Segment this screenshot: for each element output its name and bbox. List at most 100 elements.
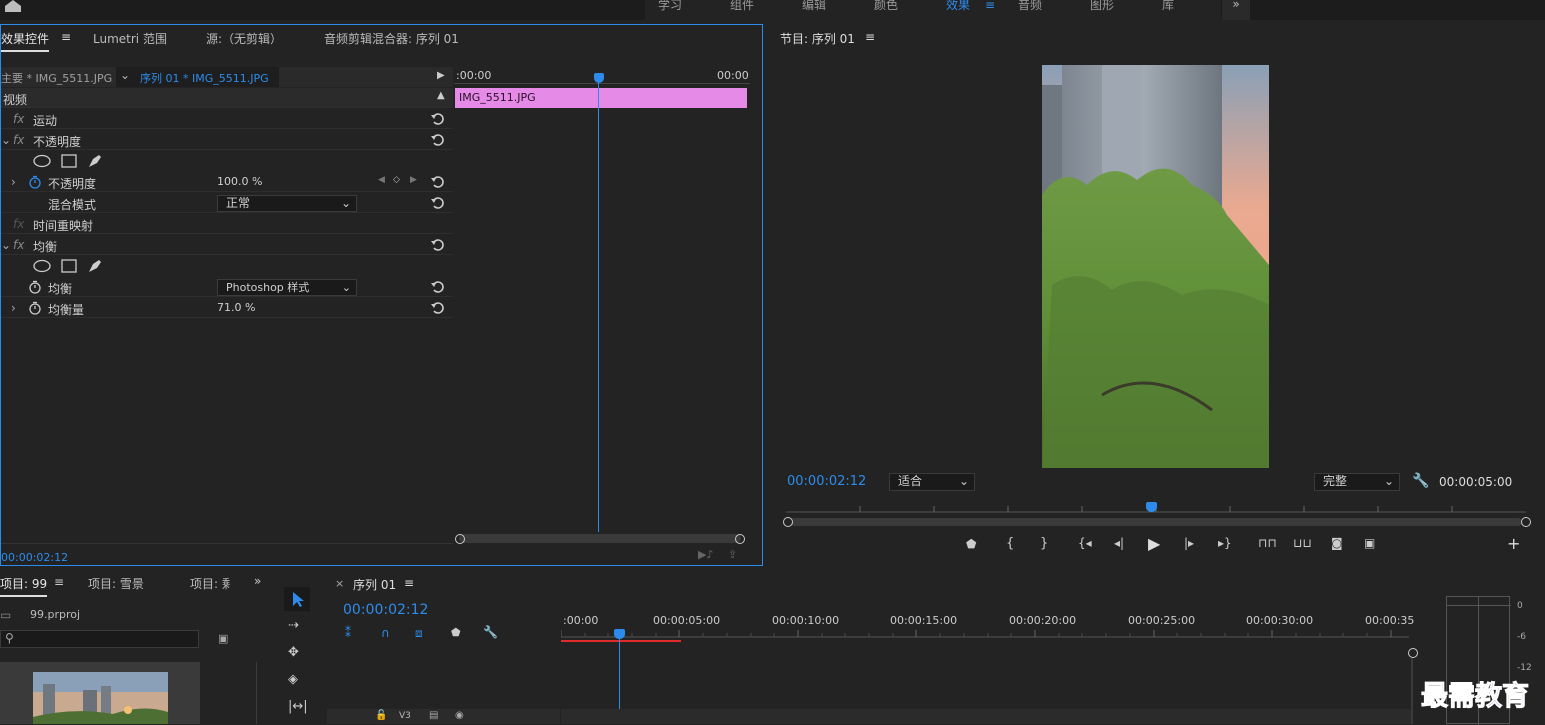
linked-selection-icon[interactable]: ⧈ (415, 626, 423, 641)
tab-lumetri-scopes[interactable]: Lumetri 范围 (93, 30, 167, 47)
opacity-row[interactable]: ⌄ fx 不透明度 (1, 130, 453, 150)
extract-icon[interactable]: ⊔⊔ (1293, 536, 1312, 550)
ec-playhead-handle[interactable] (594, 73, 604, 83)
opacity-param-row[interactable]: › 不透明度 100.0 % ◀ ◇ ▶ (1, 172, 453, 192)
timeline-vertical-scrollbar[interactable] (1411, 658, 1413, 724)
play-only-audio-icon[interactable]: ▶ (437, 70, 445, 81)
program-monitor-title[interactable]: 节目: 序列 01 (780, 30, 855, 47)
fx-icon[interactable]: fx (13, 217, 24, 231)
home-icon[interactable] (0, 0, 30, 14)
opacity-value[interactable]: 100.0 % (217, 175, 262, 188)
equalize-amount-row[interactable]: › 均衡量 71.0 % (1, 298, 453, 318)
workspace-tab-editing[interactable]: 编辑 (802, 0, 826, 20)
workspace-tab-menu-icon[interactable]: ≡ (985, 0, 995, 20)
play-icon[interactable]: ▶ (1148, 534, 1160, 553)
workspace-tab-libraries[interactable]: 库 (1162, 0, 1174, 20)
fx-icon[interactable]: fx (13, 238, 24, 252)
workspace-tab-learn[interactable]: 学习 (658, 0, 682, 20)
workspace-tab-assembly[interactable]: 组件 (730, 0, 754, 20)
reset-icon[interactable] (431, 280, 445, 294)
blend-mode-row[interactable]: 混合模式 正常 ⌄ (1, 193, 453, 213)
time-remap-row[interactable]: fx 时间重映射 (1, 214, 453, 234)
ec-timecode[interactable]: 00:00:02:12 (1, 551, 68, 564)
reset-icon[interactable] (431, 133, 445, 147)
timeline-settings-icon[interactable]: 🔧 (483, 625, 498, 639)
lift-icon[interactable]: ⊓⊓ (1258, 536, 1277, 550)
tab-source[interactable]: 源:（无剪辑） (206, 30, 282, 47)
motion-row[interactable]: fx 运动 (1, 109, 453, 129)
workspace-tab-effects[interactable]: 效果 (946, 0, 970, 20)
fx-icon[interactable]: fx (13, 133, 24, 147)
slip-tool-icon[interactable]: |↔| (288, 699, 308, 714)
timeline-menu-icon[interactable]: ≡ (404, 576, 414, 590)
lock-icon[interactable]: 🔓 (375, 710, 387, 721)
add-marker-icon[interactable]: ⬟ (451, 626, 461, 639)
ripple-edit-tool-icon[interactable]: ✥ (288, 645, 299, 660)
wrench-icon[interactable]: 🔧 (1412, 473, 1429, 489)
scroll-handle-right[interactable] (1521, 517, 1531, 527)
equalize-style-dropdown[interactable]: Photoshop 样式 ⌄ (217, 279, 357, 296)
reset-icon[interactable] (431, 175, 445, 189)
equalize-param-row[interactable]: 均衡 Photoshop 样式 ⌄ (1, 277, 453, 297)
timeline-scroll-handle[interactable] (1408, 648, 1418, 658)
prev-keyframe-icon[interactable]: ◀ (378, 175, 385, 185)
mark-out-icon[interactable]: } (1040, 536, 1048, 551)
export-icon[interactable]: ⇪ (728, 548, 737, 561)
project-scrollbar[interactable] (256, 662, 257, 724)
export-frame-icon[interactable]: ◙ (1331, 536, 1343, 550)
work-area-bar[interactable] (561, 640, 681, 642)
track-select-tool-icon[interactable]: ⇢ (288, 618, 299, 633)
track-v3-lane[interactable] (561, 709, 1411, 724)
step-forward-icon[interactable]: |▸ (1184, 536, 1194, 550)
go-to-out-icon[interactable]: ▸} (1218, 536, 1232, 550)
pen-mask-icon[interactable] (87, 153, 103, 169)
next-keyframe-icon[interactable]: ▶ (410, 175, 417, 185)
project-menu-icon[interactable]: ≡ (54, 575, 64, 589)
marker-icon[interactable]: ⬟ (966, 537, 976, 551)
ec-zoom-handle-right[interactable] (735, 534, 745, 544)
program-timecode[interactable]: 00:00:02:12 (787, 474, 866, 489)
ec-zoom-handle-left[interactable] (455, 534, 465, 544)
eye-icon[interactable]: ◉ (455, 710, 464, 721)
new-bin-icon[interactable]: ▣ (218, 632, 228, 645)
workspace-tab-graphics[interactable]: 图形 (1090, 0, 1114, 20)
ellipse-mask-icon[interactable] (33, 259, 51, 273)
ellipse-mask-icon[interactable] (33, 154, 51, 168)
program-video-frame[interactable] (1042, 65, 1269, 468)
timeline-sequence-tab[interactable]: 序列 01 (353, 576, 396, 593)
razor-tool-icon[interactable]: ◈ (288, 672, 298, 687)
sync-lock-icon[interactable]: ▤ (429, 710, 438, 721)
ec-zoom-scrollbar[interactable] (459, 534, 741, 543)
nest-toggle-icon[interactable]: ⁑ (345, 626, 351, 640)
playback-resolution-dropdown[interactable]: 完整 ⌄ (1314, 473, 1400, 491)
program-zoom-scrollbar[interactable] (790, 518, 1522, 526)
add-keyframe-icon[interactable]: ◇ (393, 175, 400, 185)
close-icon[interactable]: × (335, 577, 344, 590)
blend-mode-dropdown[interactable]: 正常 ⌄ (217, 195, 357, 212)
chevron-down-icon[interactable]: ⌄ (1, 238, 11, 252)
pen-mask-icon[interactable] (87, 258, 103, 274)
chevron-right-icon[interactable]: › (11, 175, 16, 189)
tab-audio-clip-mixer[interactable]: 音频剪辑混合器: 序列 01 (324, 30, 459, 47)
reset-icon[interactable] (431, 112, 445, 126)
reset-icon[interactable] (431, 238, 445, 252)
workspace-tab-color[interactable]: 颜色 (874, 0, 898, 20)
chevron-right-icon[interactable]: › (11, 301, 16, 315)
play-audio-icon[interactable]: ▶♪ (698, 548, 713, 561)
stopwatch-icon[interactable] (28, 301, 42, 315)
add-button-icon[interactable]: + (1507, 534, 1520, 553)
chevron-down-icon[interactable]: ⌄ (1, 133, 11, 147)
mark-in-icon[interactable]: { (1006, 536, 1014, 551)
workspace-overflow-button[interactable]: » (1222, 0, 1250, 20)
tab-project-99[interactable]: 项目: 99 (0, 575, 48, 597)
tab-project-other[interactable]: 项目: 剩 (190, 575, 230, 592)
tab-effect-controls[interactable]: 效果控件 (1, 30, 50, 52)
zoom-level-dropdown[interactable]: 适合 ⌄ (889, 473, 975, 491)
compare-icon[interactable]: ▣ (1364, 536, 1375, 550)
project-overflow-icon[interactable]: » (254, 574, 261, 588)
workspace-tab-audio[interactable]: 音频 (1018, 0, 1042, 20)
timeline-ruler[interactable]: :00:00 00:00:05:00 00:00:10:00 00:00:15:… (561, 614, 1414, 638)
selection-tool-button[interactable] (284, 587, 310, 611)
step-back-icon[interactable]: ◂| (1114, 536, 1124, 550)
rectangle-mask-icon[interactable] (61, 259, 77, 273)
